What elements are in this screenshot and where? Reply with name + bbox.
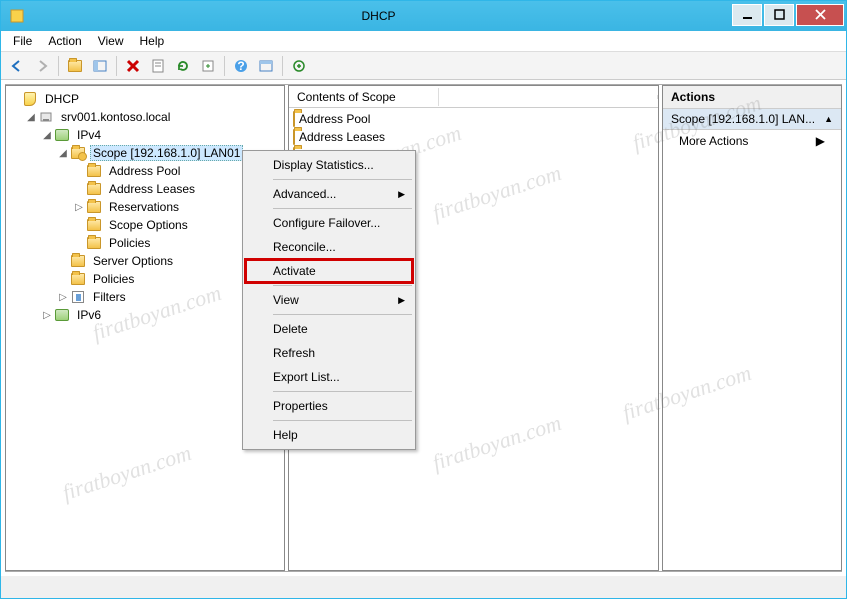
ctx-reconcile[interactable]: Reconcile...	[245, 235, 413, 259]
list-item[interactable]: Address Pool	[293, 110, 654, 128]
menu-separator	[273, 314, 412, 315]
ctx-help[interactable]: Help	[245, 423, 413, 447]
tree-server-options[interactable]: Server Options	[8, 252, 282, 270]
context-menu: Display Statistics... Advanced...▶ Confi…	[242, 150, 416, 450]
expander-icon[interactable]: ◢	[56, 148, 70, 159]
tree-policies[interactable]: Policies	[8, 270, 282, 288]
ctx-export-list[interactable]: Export List...	[245, 365, 413, 389]
tree-address-leases[interactable]: Address Leases	[8, 180, 282, 198]
expander-icon[interactable]: ◢	[40, 130, 54, 141]
svg-text:?: ?	[237, 59, 244, 73]
help-button[interactable]: ?	[229, 54, 253, 78]
menubar: File Action View Help	[1, 31, 846, 52]
up-button[interactable]	[63, 54, 87, 78]
folder-icon	[86, 235, 102, 251]
minimize-button[interactable]	[732, 4, 762, 26]
menu-separator	[273, 285, 412, 286]
ctx-configure-failover[interactable]: Configure Failover...	[245, 211, 413, 235]
ctx-activate[interactable]: Activate	[245, 259, 413, 283]
tree-reservations[interactable]: ▷Reservations	[8, 198, 282, 216]
scope-icon	[70, 145, 86, 161]
toolbar-separator	[58, 56, 59, 76]
close-button[interactable]	[796, 4, 844, 26]
folder-icon	[86, 181, 102, 197]
folder-icon	[70, 253, 86, 269]
folder-icon	[86, 217, 102, 233]
tree-server[interactable]: ◢srv001.kontoso.local	[8, 108, 282, 126]
tree-scope-options[interactable]: Scope Options	[8, 216, 282, 234]
content-area: DHCP ◢srv001.kontoso.local ◢IPv4 ◢Scope …	[5, 84, 842, 572]
properties-button[interactable]	[146, 54, 170, 78]
submenu-arrow-icon: ▶	[398, 295, 405, 306]
refresh-button[interactable]	[171, 54, 195, 78]
expander-icon[interactable]: ▷	[72, 202, 86, 213]
menu-help[interactable]: Help	[132, 32, 173, 50]
filter-icon	[70, 289, 86, 305]
export-button[interactable]	[196, 54, 220, 78]
ipv4-icon	[54, 127, 70, 143]
window-title: DHCP	[25, 9, 732, 23]
ctx-properties[interactable]: Properties	[245, 394, 413, 418]
menu-view[interactable]: View	[90, 32, 132, 50]
ctx-delete[interactable]: Delete	[245, 317, 413, 341]
actions-pane: Actions Scope [192.168.1.0] LAN...▲ More…	[662, 85, 842, 571]
show-hide-button[interactable]	[88, 54, 112, 78]
tree-filters[interactable]: ▷Filters	[8, 288, 282, 306]
folder-icon	[293, 112, 295, 126]
submenu-arrow-icon: ▶	[816, 134, 825, 148]
column-header[interactable]: Contents of Scope	[289, 86, 658, 108]
folder-icon	[86, 199, 102, 215]
expander-icon[interactable]: ▷	[56, 292, 70, 303]
actions-group-scope[interactable]: Scope [192.168.1.0] LAN...▲	[663, 109, 841, 130]
titlebar: DHCP	[1, 1, 846, 31]
menu-separator	[273, 179, 412, 180]
tree-scope[interactable]: ◢Scope [192.168.1.0] LAN01	[8, 144, 282, 162]
ctx-refresh[interactable]: Refresh	[245, 341, 413, 365]
ctx-display-statistics[interactable]: Display Statistics...	[245, 153, 413, 177]
action-button[interactable]	[287, 54, 311, 78]
folder-icon	[70, 271, 86, 287]
submenu-arrow-icon: ▶	[398, 189, 405, 200]
delete-button[interactable]	[121, 54, 145, 78]
collapse-icon: ▲	[824, 114, 833, 124]
app-window: DHCP File Action View Help ? DHCP ◢srv00…	[0, 0, 847, 599]
column-contents[interactable]: Contents of Scope	[289, 88, 439, 106]
tree-address-pool[interactable]: Address Pool	[8, 162, 282, 180]
forward-button[interactable]	[30, 54, 54, 78]
tree-root[interactable]: DHCP	[8, 90, 282, 108]
console-tree-button[interactable]	[254, 54, 278, 78]
menu-separator	[273, 208, 412, 209]
toolbar: ?	[1, 52, 846, 80]
tree-ipv4[interactable]: ◢IPv4	[8, 126, 282, 144]
actions-header: Actions	[663, 86, 841, 109]
toolbar-separator	[224, 56, 225, 76]
tree-ipv6[interactable]: ▷IPv6	[8, 306, 282, 324]
app-icon	[9, 8, 25, 24]
dhcp-icon	[22, 91, 38, 107]
menu-separator	[273, 420, 412, 421]
maximize-button[interactable]	[764, 4, 794, 26]
menu-file[interactable]: File	[5, 32, 40, 50]
actions-more[interactable]: More Actions▶	[663, 130, 841, 152]
toolbar-separator	[116, 56, 117, 76]
statusbar	[1, 576, 846, 598]
folder-icon	[293, 130, 295, 144]
expander-icon[interactable]: ▷	[40, 310, 54, 321]
list-item[interactable]: Address Leases	[293, 128, 654, 146]
column-spacer	[439, 95, 658, 99]
tree-scope-policies[interactable]: Policies	[8, 234, 282, 252]
ctx-advanced[interactable]: Advanced...▶	[245, 182, 413, 206]
menu-separator	[273, 391, 412, 392]
toolbar-separator	[282, 56, 283, 76]
server-icon	[38, 109, 54, 125]
folder-icon	[86, 163, 102, 179]
ctx-view[interactable]: View▶	[245, 288, 413, 312]
expander-icon[interactable]: ◢	[24, 112, 38, 123]
ipv6-icon	[54, 307, 70, 323]
back-button[interactable]	[5, 54, 29, 78]
menu-action[interactable]: Action	[40, 32, 89, 50]
